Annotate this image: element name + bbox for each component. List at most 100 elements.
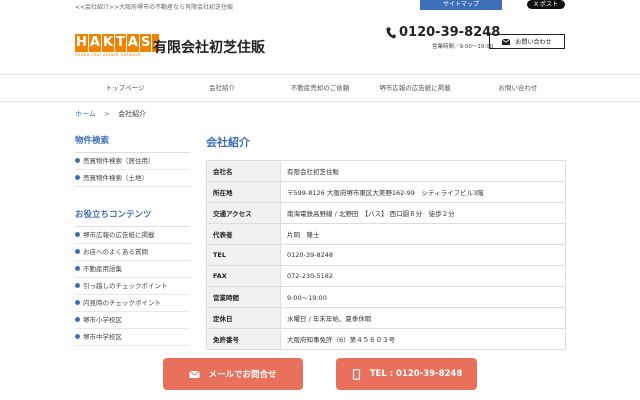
bottom-cta-bar: メールでお問合せ TEL : 0120-39-8248 bbox=[0, 352, 640, 400]
nav-item-city-ad[interactable]: 堺市広報の広告紙に掲載 bbox=[355, 75, 475, 101]
site-header: HAKTAS. osaka real estate network 有限会社初芝… bbox=[0, 22, 640, 68]
row-value: 9:00～19:00 bbox=[280, 286, 566, 308]
logo-letters: HAKTAS. bbox=[75, 34, 160, 52]
header-contact-button[interactable]: お問い合わせ bbox=[489, 34, 565, 49]
table-row: 免許番号 大阪府知事免許（6）第４５６０３号 bbox=[206, 328, 566, 350]
bullet-icon bbox=[75, 299, 80, 305]
tel-contact-label: TEL : 0120-39-8248 bbox=[369, 369, 463, 379]
breadcrumb-home[interactable]: ホーム bbox=[75, 110, 96, 118]
global-nav: トップページ 会社紹介 不動産売却のご依頼 堺市広報の広告紙に掲載 お問い合わせ bbox=[0, 74, 640, 102]
sidebar-property-search-title: 物件検索 bbox=[75, 134, 190, 153]
mail-contact-button[interactable]: メールでお問合せ bbox=[163, 358, 303, 390]
sidebar-useful-content-title: お役立ちコンテンツ bbox=[75, 208, 190, 227]
sidebar-property-search-list: 売買物件検索（居住用） 売買物件検索（土地） bbox=[75, 153, 190, 187]
nav-item-company[interactable]: 会社紹介 bbox=[172, 75, 272, 101]
sidebar: 物件検索 売買物件検索（居住用） 売買物件検索（土地） お役立ちコンテンツ 堺市… bbox=[75, 134, 190, 346]
sidebar-useful-content-list: 堺市広報の広告紙に掲載 お店へのよくある質問 不動産用語集 引っ越しのチェックポ… bbox=[75, 227, 190, 346]
bullet-icon bbox=[75, 316, 80, 322]
logo-letter: T bbox=[115, 34, 126, 52]
bullet-icon bbox=[75, 248, 80, 254]
bullet-icon bbox=[75, 231, 80, 237]
header-contact-label: お問い合わせ bbox=[515, 39, 552, 46]
bullet-icon bbox=[75, 265, 80, 271]
sidebar-item-label: 売買物件検索（居住用） bbox=[83, 157, 155, 165]
sidebar-item-land[interactable]: 売買物件検索（土地） bbox=[75, 170, 190, 187]
sidebar-item-label: 堺市広報の広告紙に掲載 bbox=[83, 231, 155, 239]
mail-contact-label: メールでお問合せ bbox=[208, 370, 277, 380]
page-tagline: <<会社紹介>>大阪府堺市の不動産なら有限会社初芝住販 bbox=[75, 4, 234, 11]
sidebar-item-elementary-school-districts[interactable]: 堺市小学校区 bbox=[75, 312, 190, 329]
header-phone[interactable]: 0120-39-8248 bbox=[386, 25, 500, 40]
row-value: 大阪府知事免許（6）第４５６０３号 bbox=[280, 328, 566, 350]
nav-item-contact[interactable]: お問い合わせ bbox=[468, 75, 568, 101]
breadcrumb: ホーム > 会社紹介 bbox=[75, 109, 146, 119]
sidebar-item-viewing-checkpoints[interactable]: 内見時のチェックポイント bbox=[75, 295, 190, 312]
breadcrumb-separator: > bbox=[104, 110, 110, 118]
main-content: 会社紹介 会社名 有限会社初芝住販 所在地 〒599-8126 大阪府堺市東区大美野… bbox=[206, 134, 566, 350]
sidebar-item-moving-checkpoints[interactable]: 引っ越しのチェックポイント bbox=[75, 278, 190, 295]
table-row: 代表者 片岡 隆士 bbox=[206, 223, 566, 245]
smartphone-icon bbox=[352, 368, 360, 380]
top-strip: <<会社紹介>>大阪府堺市の不動産なら有限会社初芝住販 サイトマップ X ポスト bbox=[0, 0, 640, 12]
sidebar-item-label: 堺市中学校区 bbox=[83, 333, 122, 341]
table-row: 営業時間 9:00～19:00 bbox=[206, 286, 566, 308]
logo-subtitle: osaka real estate network bbox=[75, 53, 141, 58]
bullet-icon bbox=[75, 174, 80, 180]
row-value: 0120-39-8248 bbox=[280, 244, 566, 266]
table-row: TEL 0120-39-8248 bbox=[206, 244, 566, 266]
header-phone-number: 0120-39-8248 bbox=[399, 25, 501, 40]
table-row: 会社名 有限会社初芝住販 bbox=[206, 160, 566, 182]
row-value: 072-230-5182 bbox=[280, 265, 566, 287]
logo-letter: K bbox=[101, 34, 115, 52]
table-row: 定休日 水曜日 / 年末年始、夏季休暇 bbox=[206, 307, 566, 329]
phone-icon bbox=[386, 27, 396, 38]
sidebar-item-label: 堺市小学校区 bbox=[83, 316, 122, 324]
sidebar-item-label: 内見時のチェックポイント bbox=[83, 299, 161, 307]
page: <<会社紹介>>大阪府堺市の不動産なら有限会社初芝住販 サイトマップ X ポスト… bbox=[0, 0, 640, 400]
sidebar-item-label: 引っ越しのチェックポイント bbox=[83, 282, 168, 290]
sidebar-item-city-ad[interactable]: 堺市広報の広告紙に掲載 bbox=[75, 227, 190, 244]
row-value: 水曜日 / 年末年始、夏季休暇 bbox=[280, 307, 566, 329]
bullet-icon bbox=[75, 282, 80, 288]
mail-icon bbox=[189, 370, 201, 378]
row-label: 交通アクセス bbox=[206, 202, 281, 224]
sidebar-item-faq[interactable]: お店へのよくある質問 bbox=[75, 244, 190, 261]
table-row: 交通アクセス 南海電鉄高野線 / 北野田 【バス】 西口園８分 徒歩２分 bbox=[206, 202, 566, 224]
nav-item-top[interactable]: トップページ bbox=[75, 75, 175, 101]
table-row: FAX 072-230-5182 bbox=[206, 265, 566, 287]
logo-letter: A bbox=[126, 34, 139, 52]
mail-icon bbox=[502, 38, 511, 45]
row-label: 会社名 bbox=[206, 160, 281, 182]
logo-letter: S bbox=[139, 34, 152, 52]
sidebar-item-label: 不動産用語集 bbox=[83, 265, 122, 273]
breadcrumb-current: 会社紹介 bbox=[118, 110, 147, 118]
row-label: 代表者 bbox=[206, 223, 281, 245]
row-label: 免許番号 bbox=[206, 328, 281, 350]
sitemap-button[interactable]: サイトマップ bbox=[420, 0, 502, 10]
sidebar-item-junior-high-districts[interactable]: 堺市中学校区 bbox=[75, 329, 190, 346]
bullet-icon bbox=[75, 157, 80, 163]
business-hours: 営業時間／9:00～19:00 bbox=[432, 44, 494, 50]
row-value: 片岡 隆士 bbox=[280, 223, 566, 245]
company-name[interactable]: 有限会社初芝住販 bbox=[153, 37, 265, 57]
company-logo[interactable]: HAKTAS. osaka real estate network bbox=[75, 34, 160, 59]
table-row: 所在地 〒599-8126 大阪府堺市東区大美野162-99 シティライフビル3階 bbox=[206, 181, 566, 203]
sidebar-item-glossary[interactable]: 不動産用語集 bbox=[75, 261, 190, 278]
row-label: TEL bbox=[206, 244, 281, 266]
row-label: 定休日 bbox=[206, 307, 281, 329]
sidebar-item-residential[interactable]: 売買物件検索（居住用） bbox=[75, 153, 190, 170]
x-post-button[interactable]: X ポスト bbox=[527, 0, 565, 9]
sidebar-item-label: お店へのよくある質問 bbox=[83, 248, 148, 256]
row-label: FAX bbox=[206, 265, 281, 287]
row-value: 〒599-8126 大阪府堺市東区大美野162-99 シティライフビル3階 bbox=[280, 181, 566, 203]
sidebar-item-label: 売買物件検索（土地） bbox=[83, 174, 148, 182]
row-value: 南海電鉄高野線 / 北野田 【バス】 西口園８分 徒歩２分 bbox=[280, 202, 566, 224]
page-title: 会社紹介 bbox=[206, 136, 250, 149]
bullet-icon bbox=[75, 333, 80, 339]
tel-contact-button[interactable]: TEL : 0120-39-8248 bbox=[336, 358, 477, 390]
row-value: 有限会社初芝住販 bbox=[280, 160, 566, 182]
row-label: 所在地 bbox=[206, 181, 281, 203]
company-info-table: 会社名 有限会社初芝住販 所在地 〒599-8126 大阪府堺市東区大美野162-9… bbox=[206, 160, 566, 350]
logo-letter: A bbox=[88, 34, 101, 52]
logo-letter: H bbox=[75, 34, 88, 52]
